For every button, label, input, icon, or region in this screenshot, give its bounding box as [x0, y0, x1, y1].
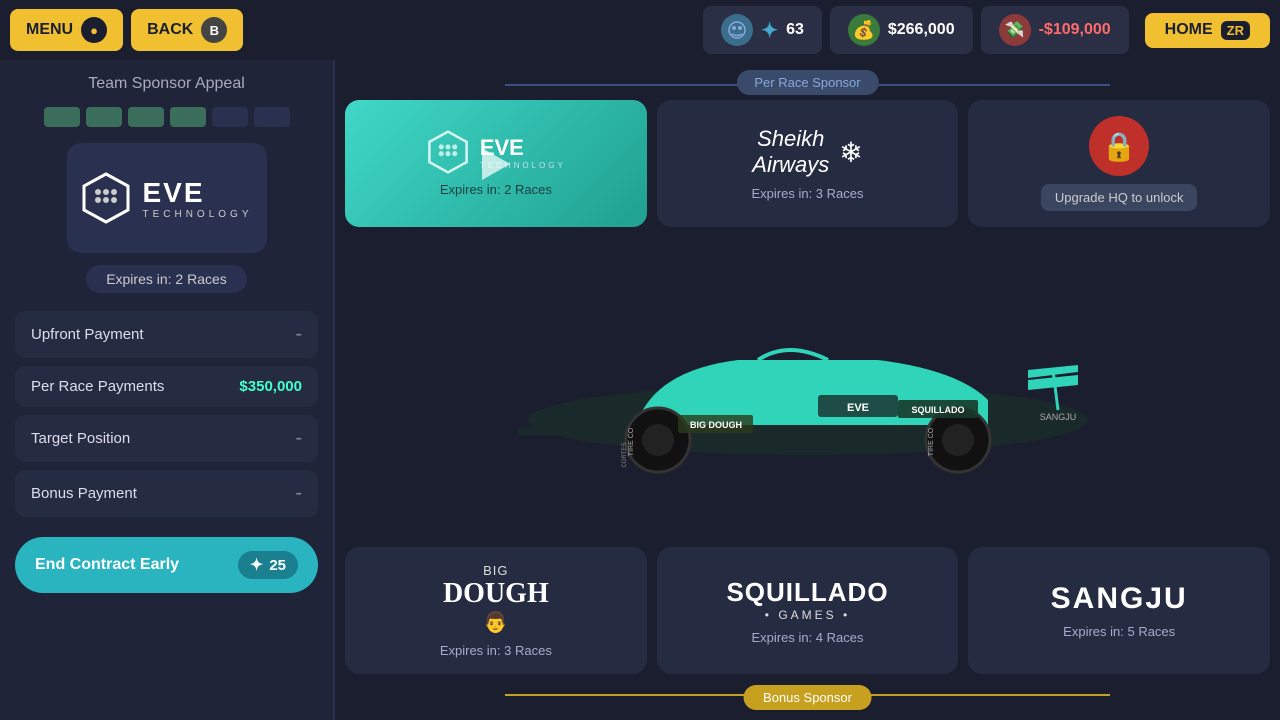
squillado-name: SQUILLADO: [726, 577, 888, 608]
star-1: [44, 107, 80, 127]
upfront-label: Upfront Payment: [31, 326, 144, 343]
squillado-logo: SQUILLADO • GAMES •: [726, 577, 888, 622]
svg-text:CORTES: CORTES: [622, 443, 628, 468]
cost-icon: ✦: [250, 555, 263, 575]
home-label: HOME: [1165, 21, 1213, 39]
money-icon: 💰: [848, 14, 880, 46]
home-button[interactable]: HOME ZR: [1145, 13, 1270, 48]
menu-label: MENU: [26, 21, 73, 39]
svg-text:SANGJU: SANGJU: [1039, 412, 1076, 422]
big-dough-name: DOUGH: [443, 578, 549, 610]
eve-text: EVE TECHNOLOGY: [142, 177, 252, 220]
debt-stat: 💸 -$109,000: [981, 6, 1129, 54]
end-contract-cost: 25: [269, 557, 286, 574]
svg-text:TIRE CO: TIRE CO: [628, 427, 635, 456]
panel-title: Team Sponsor Appeal: [88, 75, 245, 93]
home-badge: ZR: [1221, 21, 1250, 40]
big-dough-logo: BIG DOUGH 👨: [443, 563, 549, 635]
end-contract-button[interactable]: End Contract Early ✦ 25: [15, 537, 318, 593]
end-contract-label: End Contract Early: [35, 556, 179, 574]
star-6: [254, 107, 290, 127]
sponsor-expires: Expires in: 2 Races: [86, 265, 247, 293]
left-panel: Team Sponsor Appeal: [0, 60, 335, 720]
svg-text:TIRE CO: TIRE CO: [928, 427, 935, 456]
squillado-expires: Expires in: 4 Races: [752, 630, 864, 645]
squillado-card[interactable]: SQUILLADO • GAMES • Expires in: 4 Races: [657, 547, 959, 674]
per-race-label: Per Race Payments: [31, 378, 164, 395]
upfront-value: -: [295, 323, 302, 346]
right-panel: Per Race Sponsor: [335, 60, 1280, 720]
squillado-games: • GAMES •: [726, 608, 888, 622]
sangju-expires: Expires in: 5 Races: [1063, 624, 1175, 639]
top-bar: MENU ● BACK B ✦ 63 💰 $266,000 💸 -$109,00…: [0, 0, 1280, 60]
fans-stat: ✦ 63: [703, 6, 822, 54]
svg-text:EVE: EVE: [846, 402, 868, 414]
sangju-card[interactable]: SANGJU Expires in: 5 Races: [968, 547, 1270, 674]
eve-sponsor-card[interactable]: EVE TECHNOLOGY Expires in: 2 Races: [345, 100, 647, 227]
sheikh-snowflake-icon: ❄: [839, 136, 862, 169]
target-label: Target Position: [31, 430, 130, 447]
big-dough-card[interactable]: BIG DOUGH 👨 Expires in: 3 Races: [345, 547, 647, 674]
debt-amount: -$109,000: [1039, 21, 1111, 39]
sangju-logo: SANGJU: [1051, 582, 1188, 616]
car-display: EVE SQUILLADO BIG DOUGH SANGJU TIRE CO T…: [345, 233, 1270, 547]
sheikh-sponsor-card[interactable]: SheikhAirways ❄ Expires in: 3 Races: [657, 100, 959, 227]
money-amount: $266,000: [888, 21, 955, 39]
end-contract-cost-badge: ✦ 25: [238, 551, 298, 579]
star-5: [212, 107, 248, 127]
money-stat: 💰 $266,000: [830, 6, 973, 54]
target-position-row: Target Position -: [15, 415, 318, 462]
upgrade-hq-label: Upgrade HQ to unlock: [1041, 184, 1198, 211]
main-content: Team Sponsor Appeal: [0, 60, 1280, 720]
big-dough-mustache-icon: 👨: [443, 610, 549, 635]
eve-card-expires: Expires in: 2 Races: [440, 182, 552, 197]
per-race-payment-row: Per Race Payments $350,000: [15, 366, 318, 407]
back-label: BACK: [147, 21, 193, 39]
fans-count: 63: [786, 21, 804, 39]
back-button[interactable]: BACK B: [131, 9, 243, 51]
star-4: [170, 107, 206, 127]
sheikh-logo: SheikhAirways ❄: [752, 126, 862, 179]
upfront-payment-row: Upfront Payment -: [15, 311, 318, 358]
locked-sponsor-card: 🔒 Upgrade HQ to unlock: [968, 100, 1270, 227]
bonus-section: BIG DOUGH 👨 Expires in: 3 Races SQUILLAD…: [345, 547, 1270, 710]
bonus-payment-label: Bonus Payment: [31, 485, 137, 502]
debt-icon: 💸: [999, 14, 1031, 46]
sheikh-card-expires: Expires in: 3 Races: [752, 186, 864, 201]
back-badge: B: [201, 17, 227, 43]
fans-icon: [721, 14, 753, 46]
star-2: [86, 107, 122, 127]
star-3: [128, 107, 164, 127]
bonus-payment-row: Bonus Payment -: [15, 470, 318, 517]
per-race-section: Per Race Sponsor: [345, 70, 1270, 227]
sponsor-logo: EVE TECHNOLOGY: [67, 143, 267, 253]
bonus-payment-value: -: [295, 482, 302, 505]
eve-brand: EVE: [142, 177, 252, 209]
sponsor-appeal-stars: [44, 107, 290, 127]
target-value: -: [295, 427, 302, 450]
lock-icon: 🔒: [1089, 116, 1149, 176]
big-dough-big: BIG: [443, 563, 549, 578]
big-dough-expires: Expires in: 3 Races: [440, 643, 552, 658]
fans-icon2: ✦: [761, 18, 778, 43]
eve-subtitle: TECHNOLOGY: [142, 209, 252, 220]
per-race-value: $350,000: [239, 378, 302, 395]
bonus-sponsor-label: Bonus Sponsor: [743, 685, 872, 710]
eve-card-hex-icon: [426, 130, 470, 174]
eve-logo: EVE TECHNOLOGY: [80, 172, 252, 224]
svg-text:SQUILLADO: SQUILLADO: [911, 405, 964, 415]
menu-button[interactable]: MENU ●: [10, 9, 123, 51]
svg-text:BIG DOUGH: BIG DOUGH: [689, 420, 741, 430]
per-race-sponsor-label: Per Race Sponsor: [736, 70, 878, 95]
menu-badge: ●: [81, 17, 107, 43]
play-icon: [482, 148, 510, 180]
sheikh-name: SheikhAirways: [752, 126, 829, 179]
car-svg: EVE SQUILLADO BIG DOUGH SANGJU TIRE CO T…: [458, 290, 1158, 490]
eve-hex-icon: [80, 172, 132, 224]
